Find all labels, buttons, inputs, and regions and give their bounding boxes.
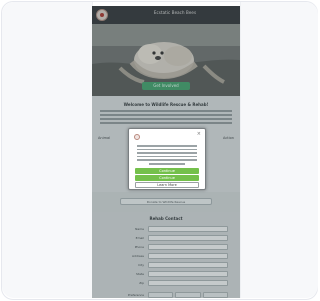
modal-message [137,143,197,163]
website-viewport: Ecstatic Beach Bees Get Involved Welcome… [92,6,240,298]
left-panel [2,2,93,298]
right-panel [240,2,318,298]
popup-modal: × Continue Continue Learn More [128,128,206,190]
close-icon[interactable]: × [197,131,201,137]
modal-logo-icon [134,134,140,140]
modal-secondary-button[interactable]: Continue [135,175,199,181]
modal-primary-button[interactable]: Continue [135,168,199,174]
modal-outline-button[interactable]: Learn More [135,182,199,188]
modal-fineprint [149,163,185,165]
